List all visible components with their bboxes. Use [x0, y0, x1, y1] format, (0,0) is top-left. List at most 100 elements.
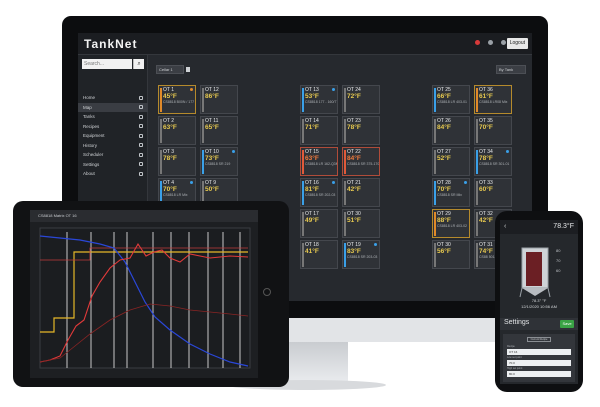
tank-temperature: 81°F [305, 186, 319, 193]
tank-contents: CS8818 SR 203-03 [347, 255, 378, 259]
tank-contents: CS8818 LR 162-Q3M [305, 162, 338, 166]
tank-temperature: 78°F [479, 155, 493, 162]
tank-temperature: 52°F [437, 155, 451, 162]
tank-card[interactable]: OT 33 60°F [474, 178, 512, 207]
tank-temperature: 41°F [305, 248, 319, 255]
gear-icon [139, 162, 143, 167]
help-icon[interactable] [501, 40, 506, 45]
low-setpoint-field[interactable]: 70.0 [507, 360, 571, 366]
tank-card[interactable]: OT 25 66°F CS8818 LR 403-01 [432, 85, 470, 114]
sidebar-item-label: Equipment [83, 133, 105, 139]
tank-temperature: 49°F [305, 217, 319, 224]
tank-card[interactable]: OT 18 41°F [300, 240, 338, 269]
tablet-chart-title: CS8818 Matrix OT 16 [30, 210, 258, 222]
sidebar-item-equipment[interactable]: Equipment [78, 131, 148, 141]
tank-contents: CS8818 177 - 160/77 KD [305, 100, 338, 104]
tank-card[interactable]: OT 2 63°F [158, 116, 196, 145]
save-button[interactable]: Save [560, 320, 574, 328]
scale-mid: 70 [556, 258, 561, 263]
current-recipe-button[interactable]: Current Recipe [527, 337, 551, 342]
tank-contents: CS8818 SR 202-03 [305, 193, 336, 197]
field-label: Recipe [507, 345, 515, 348]
tank-card[interactable]: OT 24 72°F [342, 85, 380, 114]
tablet-screen: CS8818 Matrix OT 16 [30, 210, 258, 378]
high-setpoint-field[interactable]: 80.0 [507, 371, 571, 377]
tank-temperature: 78°F [163, 155, 177, 162]
tank-card[interactable]: OT 19 83°F CS8818 SR 203-03 [342, 240, 380, 269]
tank-contents: CS8818 SR Mix [437, 193, 462, 197]
setpoint-scale: 80 70 60 [556, 246, 560, 276]
tank-card[interactable]: OT 15 63°F CS8818 LR 162-Q3M [300, 147, 338, 176]
tank-card[interactable]: OT 1 45°F CS8818 B00N / 177 - 4 [158, 85, 196, 114]
tank-card[interactable]: OT 34 78°F CS8818 SR 301-01 [474, 147, 512, 176]
tank-card[interactable]: OT 28 70°F CS8818 SR Mix [432, 178, 470, 207]
field-label: Low set point [507, 356, 522, 359]
tank-leg-right [547, 287, 551, 298]
recipe-field[interactable]: OT 16 [507, 349, 571, 355]
app-logo[interactable]: TankNet [84, 37, 137, 51]
tank-temperature: 70°F [479, 124, 493, 131]
tank-card[interactable]: OT 3 78°F [158, 147, 196, 176]
tank-card[interactable]: OT 22 84°F CS8818 SR 375-17062 [342, 147, 380, 176]
search-input[interactable]: Search... [82, 59, 132, 69]
sidebar-item-history[interactable]: History [78, 141, 148, 151]
tank-temperature: 86°F [205, 93, 219, 100]
calendar-icon [139, 152, 143, 157]
map-icon [139, 105, 143, 110]
tank-temperature: 63°F [305, 155, 319, 162]
tank-temperature: 45°F [163, 93, 177, 100]
sidebar-item-tanks[interactable]: Tanks [78, 112, 148, 122]
tank-card[interactable]: OT 30 56°F [432, 240, 470, 269]
tank-graphic [519, 247, 551, 298]
tank-card[interactable]: OT 36 61°F CS8818 LR08 Mix [474, 85, 512, 114]
tank-temperature: 42°F [347, 186, 361, 193]
tank-temperature: 56°F [437, 248, 451, 255]
status-dot-icon [232, 150, 235, 153]
sidebar-item-about[interactable]: About [78, 169, 148, 179]
sort-select[interactable]: By Tank [496, 65, 526, 74]
tank-fill [526, 252, 542, 286]
tank-card[interactable]: OT 26 84°F [432, 116, 470, 145]
status-dot-icon [464, 181, 467, 184]
tablet-home-button [263, 288, 271, 296]
sidebar-item-map[interactable]: Map [78, 102, 148, 112]
tank-card[interactable]: OT 14 71°F [300, 116, 338, 145]
sidebar-item-scheduler[interactable]: Scheduler [78, 150, 148, 160]
tank-contents: CS8818 SR 375-17062 [347, 162, 380, 166]
tank-card[interactable]: OT 21 42°F [342, 178, 380, 207]
recipe-icon [139, 124, 143, 129]
tank-card[interactable]: OT 23 78°F [342, 116, 380, 145]
tank-temperature: 53°F [305, 93, 319, 100]
tank-card[interactable]: OT 17 49°F [300, 209, 338, 238]
sidebar-item-label: History [83, 142, 98, 148]
tank-card[interactable]: OT 11 65°F [200, 116, 238, 145]
chart-plot-area [39, 227, 251, 369]
sidebar-item-recipes[interactable]: Recipes [78, 122, 148, 132]
search-icon[interactable]: ⌕ [133, 59, 144, 69]
cellar-select[interactable]: Cellar 1 [156, 65, 184, 74]
back-icon[interactable]: ‹ [504, 223, 506, 230]
tank-card[interactable]: OT 27 52°F [432, 147, 470, 176]
sidebar-item-home[interactable]: Home [78, 93, 148, 103]
filter-icon[interactable] [186, 67, 190, 72]
alarm-icon[interactable] [475, 40, 480, 45]
logout-button[interactable]: Logout [506, 38, 528, 49]
tank-temperature: 65°F [205, 124, 219, 131]
sidebar-item-settings[interactable]: Settings [78, 160, 148, 170]
tank-contents: CS8818 LR Mix [163, 193, 188, 197]
tank-temperature: 73°F [205, 155, 219, 162]
tank-contents: CS8818 B00N / 177 - 4 [163, 100, 196, 104]
tank-card[interactable]: OT 30 51°F [342, 209, 380, 238]
tank-card[interactable]: OT 29 88°F CS8818 LR 403-02 [432, 209, 470, 238]
tank-temperature: 71°F [305, 124, 319, 131]
scale-high: 80 [556, 248, 561, 253]
tank-card[interactable]: OT 10 73°F CS8818 SR 219 [200, 147, 238, 176]
tank-card[interactable]: OT 16 81°F CS8818 SR 202-03 [300, 178, 338, 207]
sidebar-item-label: About [83, 171, 95, 177]
tank-card[interactable]: OT 12 86°F [200, 85, 238, 114]
status-dot-icon [332, 88, 335, 91]
tank-card[interactable]: OT 1353°FCS8818 177 - 160/77 KD [300, 85, 338, 114]
sidebar-item-label: Scheduler [83, 152, 104, 158]
settings-icon[interactable] [488, 40, 493, 45]
tank-card[interactable]: OT 35 70°F [474, 116, 512, 145]
